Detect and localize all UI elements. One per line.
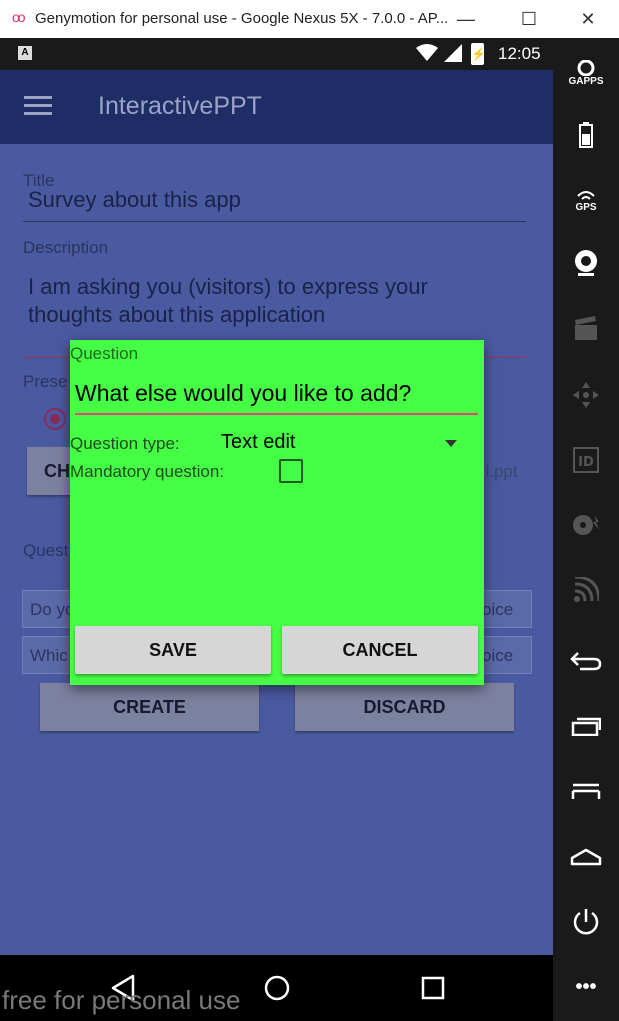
title-underline	[23, 221, 526, 222]
create-button[interactable]: CREATE	[40, 683, 259, 731]
webcam-icon[interactable]	[553, 246, 619, 280]
recents-icon[interactable]	[421, 976, 445, 1000]
gps-label: GPS	[575, 201, 597, 213]
rail-menu-icon[interactable]	[553, 774, 619, 808]
dpad-icon[interactable]	[553, 378, 619, 412]
question-input-underline	[75, 413, 478, 415]
gapps-label: GAPPS	[568, 75, 604, 87]
maximize-button[interactable]: ☐	[514, 4, 544, 34]
minimize-button[interactable]: —	[451, 4, 481, 34]
title-input[interactable]: Survey about this app	[28, 187, 241, 213]
power-icon[interactable]	[553, 905, 619, 939]
rail-home-icon[interactable]	[553, 839, 619, 873]
genymotion-logo: oo	[12, 9, 26, 25]
question-input[interactable]: What else would you like to add?	[75, 380, 411, 407]
mandatory-checkbox[interactable]	[279, 459, 303, 483]
battery-widget-icon[interactable]	[553, 118, 619, 152]
close-button[interactable]: ✕	[573, 4, 603, 34]
status-bar: A ⚡ 12:05	[0, 38, 553, 70]
add-question-dialog: Question What else would you like to add…	[70, 340, 484, 685]
questions-label: Quest	[23, 541, 69, 560]
genymotion-toolbar: GAPPS GPS ID •••	[553, 38, 619, 1021]
question-type-dropdown[interactable]: Text edit	[221, 431, 295, 454]
watermark-text: free for personal use	[2, 985, 241, 1015]
mandatory-question-label: Mandatory question:	[70, 462, 225, 481]
device-id-label: ID	[578, 455, 594, 470]
device-id-icon[interactable]: ID	[553, 443, 619, 477]
app-bar: InteractivePPT	[0, 70, 553, 144]
notification-icon: A	[18, 46, 32, 60]
description-line-1[interactable]: I am asking you (visitors) to express yo…	[28, 274, 428, 300]
cell-signal-icon	[444, 44, 462, 62]
gapps-icon[interactable]: GAPPS	[553, 56, 619, 90]
gps-icon[interactable]: GPS	[553, 184, 619, 218]
description-line-2[interactable]: thoughts about this application	[28, 302, 325, 328]
app-title: InteractivePPT	[98, 92, 262, 120]
discard-button[interactable]: DISCARD	[295, 683, 514, 731]
clock: 12:05	[498, 44, 541, 63]
android-nav-bar: free for personal use	[0, 955, 553, 1021]
more-options-icon[interactable]: •••	[553, 970, 619, 1004]
dropdown-arrow-icon[interactable]	[445, 440, 457, 447]
window-title: Genymotion for personal use - Google Nex…	[35, 10, 449, 27]
question-type-label: Question type:	[70, 434, 180, 453]
rail-recents-icon[interactable]	[553, 709, 619, 743]
cast-icon[interactable]	[553, 573, 619, 607]
home-icon[interactable]	[263, 974, 291, 1002]
battery-icon: ⚡	[471, 43, 486, 65]
rail-back-icon[interactable]	[553, 644, 619, 678]
presentation-radio[interactable]	[44, 408, 66, 430]
question-label: Question	[70, 344, 139, 363]
presentation-label: Prese	[23, 372, 68, 391]
window-title-bar: oo Genymotion for personal use - Google …	[0, 0, 619, 39]
disk-io-icon[interactable]	[553, 508, 619, 542]
capture-icon[interactable]	[553, 312, 619, 346]
cancel-button[interactable]: CANCEL	[282, 626, 478, 674]
save-button[interactable]: SAVE	[75, 626, 271, 674]
hamburger-menu-icon[interactable]	[24, 96, 52, 118]
wifi-icon	[416, 44, 438, 61]
description-label: Description	[23, 238, 109, 257]
